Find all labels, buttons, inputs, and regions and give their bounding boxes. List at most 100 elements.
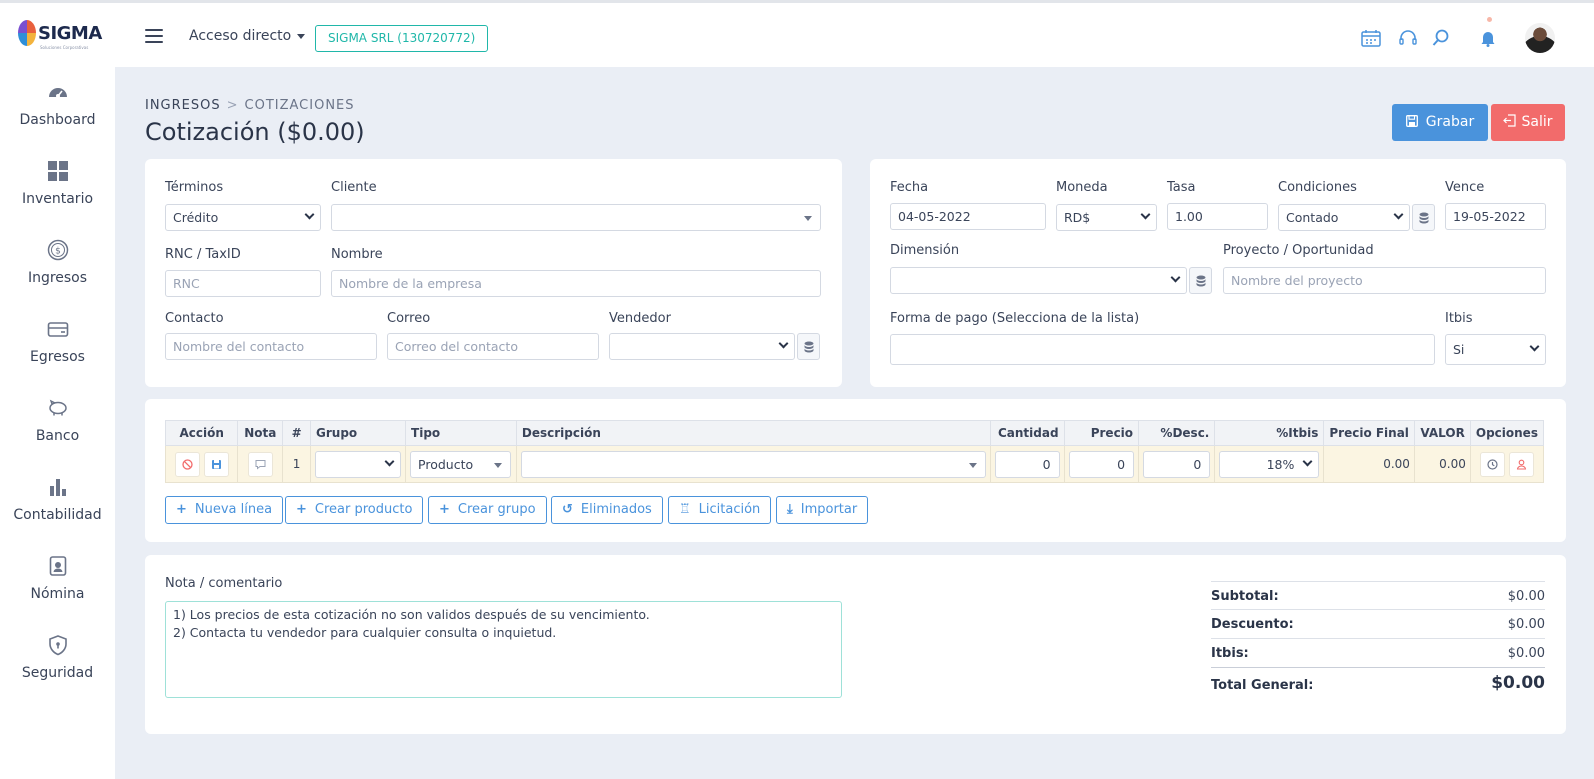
undo-icon: ↺ xyxy=(562,502,573,517)
sidebar-item-banco[interactable]: Banco xyxy=(0,397,115,477)
col-itbis: %Itbis xyxy=(1214,420,1325,446)
create-product-button[interactable]: + Crear producto xyxy=(285,496,424,524)
create-product-label: Crear producto xyxy=(314,502,413,517)
bell-icon[interactable] xyxy=(1479,29,1497,47)
itbis-value: Si xyxy=(1453,342,1465,357)
row-cantidad-cell: 0 xyxy=(989,445,1065,483)
nombre-input[interactable] xyxy=(331,270,821,297)
sidebar-item-seguridad[interactable]: Seguridad xyxy=(0,634,115,714)
sidebar-item-label: Nómina xyxy=(30,586,85,602)
sidebar-item-inventario[interactable]: Inventario xyxy=(0,160,115,240)
sidebar-item-nomina[interactable]: Nómina xyxy=(0,555,115,635)
menu-toggle-icon[interactable] xyxy=(145,29,163,43)
correo-label: Correo xyxy=(387,311,431,326)
plus-icon: + xyxy=(439,502,450,517)
tasa-input[interactable] xyxy=(1167,203,1268,230)
create-group-button[interactable]: + Crear grupo xyxy=(428,496,547,524)
ban-icon xyxy=(182,458,193,470)
col-grupo: Grupo xyxy=(310,420,407,446)
row-actions xyxy=(164,445,239,483)
breadcrumb-ingresos[interactable]: INGRESOS xyxy=(145,98,221,113)
comment-icon xyxy=(255,459,266,470)
sidebar-item-contabilidad[interactable]: Contabilidad xyxy=(0,476,115,556)
rnc-input[interactable] xyxy=(165,270,321,297)
caret-down-icon xyxy=(804,216,812,221)
moneda-label: Moneda xyxy=(1056,180,1108,195)
terminos-value: Crédito xyxy=(173,210,219,225)
note-line-button[interactable] xyxy=(247,451,273,477)
user-line-button[interactable] xyxy=(1508,451,1534,477)
chevron-down-icon xyxy=(778,338,789,349)
itbis-line-select[interactable]: 18% xyxy=(1219,450,1320,478)
col-nota: Nota xyxy=(237,420,284,446)
correo-input[interactable] xyxy=(387,333,599,360)
terminos-select[interactable]: Crédito xyxy=(165,204,321,231)
tipo-value: Producto xyxy=(418,456,474,472)
descripcion-select[interactable] xyxy=(520,450,986,478)
itbis-label: Itbis xyxy=(1445,311,1473,326)
create-group-label: Crear grupo xyxy=(457,502,536,517)
vendedor-database-button[interactable] xyxy=(797,333,820,360)
chevron-down-icon xyxy=(1302,456,1313,466)
dimension-select[interactable] xyxy=(890,267,1187,294)
import-label: Importar xyxy=(800,502,858,517)
headset-icon[interactable] xyxy=(1398,29,1418,47)
user-avatar[interactable] xyxy=(1525,23,1555,53)
logo[interactable]: SIGMA Soluciones Corporativas xyxy=(18,20,102,50)
sidebar-item-dashboard[interactable]: Dashboard xyxy=(0,81,115,161)
cancel-line-button[interactable] xyxy=(174,451,200,477)
moneda-select[interactable]: RD$ xyxy=(1056,204,1157,231)
logo-mark-icon xyxy=(18,20,36,46)
history-line-button[interactable] xyxy=(1480,451,1505,477)
dimension-database-button[interactable] xyxy=(1189,267,1212,294)
company-selector[interactable]: SIGMA SRL (130720772) xyxy=(315,25,489,52)
precio-input[interactable]: 0 xyxy=(1068,450,1135,478)
vendedor-select[interactable] xyxy=(609,333,795,360)
trophy-icon: ♖ xyxy=(679,502,691,517)
grupo-select[interactable] xyxy=(315,450,402,478)
deleted-lines-button[interactable]: ↺ Eliminados xyxy=(551,496,663,524)
shield-icon xyxy=(48,635,67,656)
col-opciones: Opciones xyxy=(1469,420,1545,446)
save-line-button[interactable] xyxy=(203,451,229,477)
vence-input[interactable] xyxy=(1445,203,1546,230)
search-icon[interactable] xyxy=(1432,29,1450,47)
tender-button[interactable]: ♖ Licitación xyxy=(668,496,772,524)
row-descripcion-cell xyxy=(515,445,991,483)
gauge-icon xyxy=(48,88,67,98)
discount-row: Descuento: $0.00 xyxy=(1211,609,1545,637)
table-header-row: Acción Nota # Grupo Tipo Descripción Can… xyxy=(164,420,1545,446)
notes-textarea[interactable]: 1) Los precios de esta cotización no son… xyxy=(165,601,842,698)
condiciones-select[interactable]: Contado xyxy=(1278,204,1410,231)
condiciones-label: Condiciones xyxy=(1278,180,1357,195)
logo-text: SIGMA xyxy=(38,22,102,44)
contacto-input[interactable] xyxy=(165,333,377,360)
grand-total-row: Total General: $0.00 xyxy=(1211,667,1545,699)
itbis-select[interactable]: Si xyxy=(1445,334,1546,365)
sidebar-item-ingresos[interactable]: $ Ingresos xyxy=(0,239,115,319)
col-precio-final: Precio Final xyxy=(1323,420,1415,446)
tipo-select[interactable]: Producto xyxy=(410,450,512,478)
chevron-down-icon xyxy=(1529,341,1540,352)
import-button[interactable]: ⤓ Importar xyxy=(776,496,869,524)
quick-access-dropdown[interactable]: Acceso directo xyxy=(189,28,306,44)
condiciones-database-button[interactable] xyxy=(1412,204,1435,231)
proyecto-input[interactable] xyxy=(1223,267,1546,294)
exit-button[interactable]: Salir xyxy=(1491,104,1565,141)
col-accion: Acción xyxy=(164,420,239,446)
cliente-select[interactable] xyxy=(331,204,821,231)
dimension-label: Dimensión xyxy=(890,243,960,258)
fecha-input[interactable] xyxy=(890,203,1046,230)
forma-pago-input[interactable] xyxy=(890,334,1435,365)
proyecto-label: Proyecto / Oportunidad xyxy=(1223,243,1374,258)
cantidad-input[interactable]: 0 xyxy=(994,450,1060,478)
col-descripcion: Descripción xyxy=(515,420,991,446)
desc-input[interactable]: 0 xyxy=(1143,450,1211,478)
itbis-total-row: Itbis: $0.00 xyxy=(1211,638,1545,666)
save-button[interactable]: Grabar xyxy=(1392,104,1488,141)
subtotal-row: Subtotal: $0.00 xyxy=(1211,581,1545,609)
contacto-label: Contacto xyxy=(165,311,224,326)
new-line-button[interactable]: + Nueva línea xyxy=(165,496,284,524)
calendar-icon[interactable] xyxy=(1361,29,1381,47)
sidebar-item-egresos[interactable]: Egresos xyxy=(0,318,115,398)
